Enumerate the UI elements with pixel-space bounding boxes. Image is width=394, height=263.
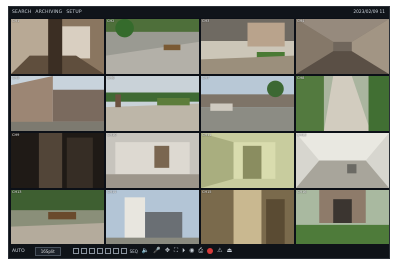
camera-tile[interactable]: CH16 [296, 190, 389, 245]
top-menu-bar: SEARCH ARCHIVING SETUP 2023/02/09 11 [9, 7, 389, 18]
volume-icon[interactable]: 🔈 [142, 248, 149, 254]
menu-search[interactable]: SEARCH [12, 10, 31, 15]
camera-tile[interactable]: CH7 [201, 76, 294, 131]
camera-label: CH8 [297, 76, 305, 80]
camera-tile[interactable]: CH8 [296, 76, 389, 131]
camera-tile[interactable]: CH15 [201, 190, 294, 245]
playback-icon[interactable]: ⏵ [182, 248, 185, 254]
camera-tile[interactable]: CH2 [106, 19, 199, 74]
layout-5x5-button[interactable] [104, 248, 111, 254]
camera-label: CH15 [202, 190, 212, 194]
layout-custom-button[interactable] [120, 248, 127, 254]
camera-feed-image [11, 190, 104, 245]
layout-1x1-button[interactable] [72, 248, 79, 254]
fullscreen-icon[interactable]: ⛶ [174, 248, 178, 254]
menu-archiving[interactable]: ARCHIVING [35, 10, 62, 15]
layout-3x3-button[interactable] [88, 248, 95, 254]
camera-feed-image [201, 19, 294, 74]
split-mode-select[interactable]: 16Split [34, 246, 61, 256]
camera-label: CH12 [297, 133, 307, 137]
menu-setup[interactable]: SETUP [66, 10, 81, 15]
camera-label: CH16 [297, 190, 307, 194]
capture-icon[interactable]: ◉ [189, 248, 194, 254]
camera-feed-image [201, 76, 294, 131]
camera-label: CH1 [12, 19, 20, 23]
camera-feed-image [201, 190, 294, 245]
camera-feed-image [201, 133, 294, 188]
camera-grid: CH1 CH2 CH3 CH4 CH5 CH6 CH7 CH8 CH9 CH10 CH11 CH12 C… [11, 19, 389, 245]
sequence-label[interactable]: SEQ [130, 249, 138, 254]
camera-label: CH9 [12, 133, 20, 137]
microphone-icon[interactable]: 🎤 [153, 248, 160, 254]
camera-tile[interactable]: CH9 [11, 133, 104, 188]
ptz-icon[interactable]: ✥ [165, 248, 170, 254]
record-icon[interactable] [207, 248, 214, 254]
camera-feed-image [296, 76, 389, 131]
camera-feed-image [11, 76, 104, 131]
nvr-monitor-window: SEARCH ARCHIVING SETUP 2023/02/09 11 CH1… [8, 6, 390, 259]
camera-tile[interactable]: CH14 [106, 190, 199, 245]
camera-tile[interactable]: CH12 [296, 133, 389, 188]
layout-4x4-button[interactable] [96, 248, 103, 254]
alarm-icon[interactable]: ⚠ [217, 248, 222, 254]
camera-label: CH14 [107, 190, 117, 194]
camera-feed-image [296, 19, 389, 74]
camera-feed-image [11, 19, 104, 74]
date-time-display: 2023/02/09 11 [353, 10, 385, 15]
camera-label: CH6 [107, 76, 115, 80]
camera-tile[interactable]: CH5 [11, 76, 104, 131]
camera-feed-image [106, 19, 199, 74]
camera-feed-image [106, 133, 199, 188]
camera-tile[interactable]: CH13 [11, 190, 104, 245]
camera-tile[interactable]: CH3 [201, 19, 294, 74]
layout-2x2-button[interactable] [80, 248, 87, 254]
camera-label: CH4 [297, 19, 305, 23]
camera-feed-image [106, 190, 199, 245]
layout-6x6-button[interactable] [112, 248, 119, 254]
bottom-toolbar: AUTO 16Split SEQ 🔈 🎤 ✥ ⛶ ⏵ ◉ ⎙ ⚠ ⏏ [9, 244, 389, 258]
camera-feed-image [296, 133, 389, 188]
backup-icon[interactable]: ⎙ [198, 248, 203, 254]
camera-tile[interactable]: CH10 [106, 133, 199, 188]
camera-label: CH3 [202, 19, 210, 23]
camera-label: CH5 [12, 76, 20, 80]
camera-tile[interactable]: CH11 [201, 133, 294, 188]
camera-label: CH11 [202, 133, 212, 137]
logout-icon[interactable]: ⏏ [227, 248, 233, 254]
camera-label: CH2 [107, 19, 115, 23]
camera-label: CH13 [12, 190, 22, 194]
camera-tile[interactable]: CH1 [11, 19, 104, 74]
camera-feed-image [11, 133, 104, 188]
camera-feed-image [106, 76, 199, 131]
camera-tile[interactable]: CH6 [106, 76, 199, 131]
camera-label: CH10 [107, 133, 117, 137]
mode-label: AUTO [12, 248, 25, 254]
camera-feed-image [296, 190, 389, 245]
camera-label: CH7 [202, 76, 210, 80]
split-mode-value: 16Split [40, 248, 55, 254]
camera-tile[interactable]: CH4 [296, 19, 389, 74]
